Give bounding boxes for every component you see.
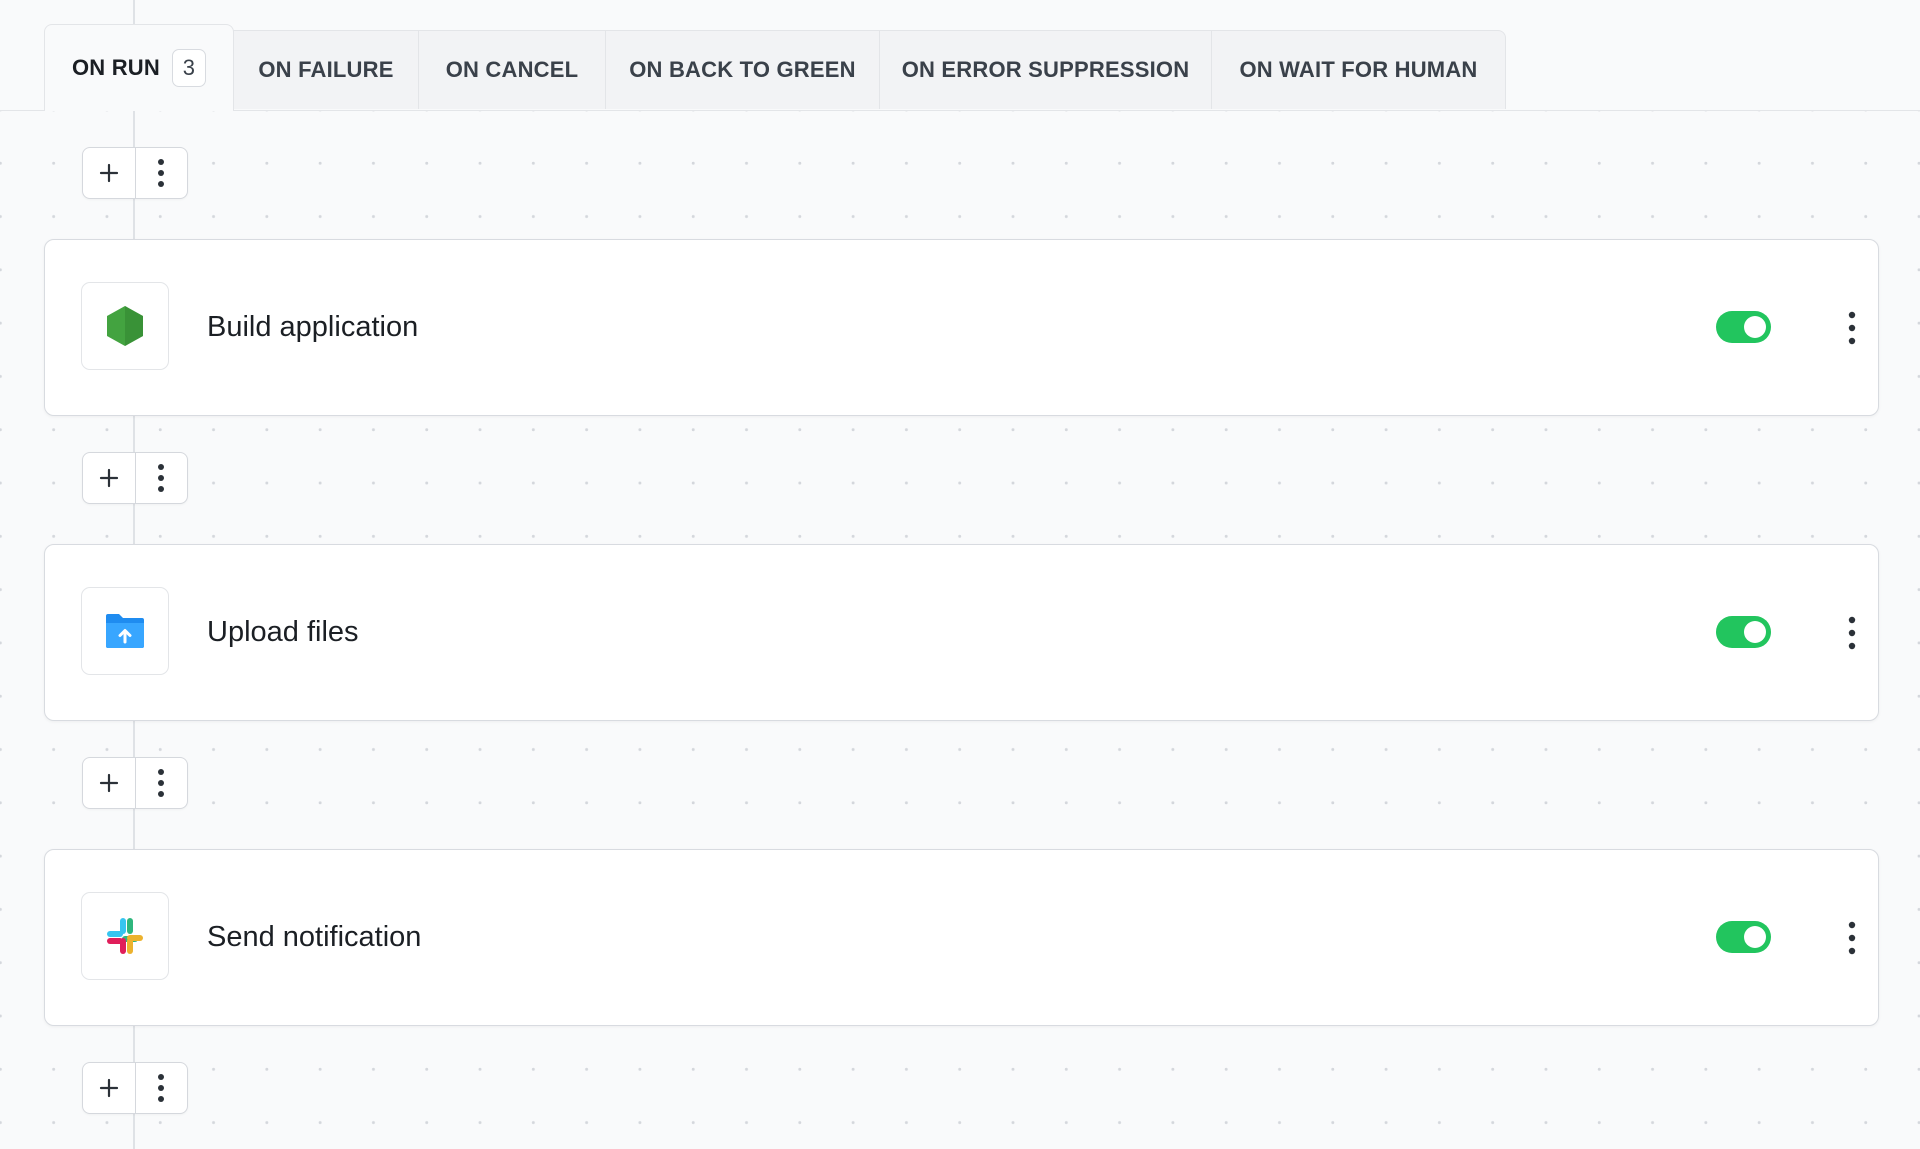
tab-on-error-suppression[interactable]: ON ERROR SUPPRESSION (879, 30, 1212, 109)
tab-on-failure[interactable]: ON FAILURE (233, 30, 419, 109)
add-action-button[interactable] (83, 148, 136, 198)
action-menu-button[interactable] (1837, 609, 1867, 657)
action-tabs: ON RUN 3 ON FAILURE ON CANCEL ON BACK TO… (0, 0, 1920, 111)
action-icon-tile (81, 282, 169, 370)
nodejs-hexagon-icon (107, 306, 143, 346)
tab-label: ON WAIT FOR HUMAN (1239, 57, 1478, 82)
insert-options-button[interactable] (136, 758, 188, 808)
plus-icon (99, 163, 118, 183)
action-card[interactable]: Build application (44, 239, 1879, 416)
action-menu-button[interactable] (1837, 914, 1867, 962)
insert-action-control (82, 452, 188, 504)
action-icon-tile (81, 892, 169, 980)
tab-label: ON RUN (72, 55, 160, 80)
add-action-button[interactable] (83, 453, 136, 503)
toggle-knob (1744, 316, 1766, 338)
vertical-dots-icon (158, 159, 165, 187)
toggle-knob (1744, 926, 1766, 948)
tab-label: ON FAILURE (258, 57, 394, 82)
action-icon-tile (81, 587, 169, 675)
insert-options-button[interactable] (136, 1063, 188, 1113)
vertical-dots-icon (158, 769, 165, 797)
action-menu-button[interactable] (1837, 304, 1867, 352)
tab-label: ON BACK TO GREEN (629, 57, 856, 82)
plus-icon (99, 1078, 118, 1098)
tab-count-badge: 3 (171, 49, 206, 87)
action-title: Build application (207, 311, 419, 343)
vertical-dots-icon (158, 1074, 165, 1102)
vertical-dots-icon (158, 464, 165, 492)
insert-options-button[interactable] (136, 148, 188, 198)
action-enabled-toggle[interactable] (1716, 311, 1771, 343)
action-title: Upload files (207, 616, 359, 648)
tab-on-back-to-green[interactable]: ON BACK TO GREEN (605, 30, 880, 109)
action-card[interactable]: Upload files (44, 544, 1879, 721)
slack-icon (107, 918, 143, 954)
action-card[interactable]: Send notification (44, 849, 1879, 1026)
plus-icon (99, 773, 118, 793)
plus-icon (99, 468, 118, 488)
insert-options-button[interactable] (136, 453, 188, 503)
add-action-button[interactable] (83, 1063, 136, 1113)
tab-on-run[interactable]: ON RUN 3 (44, 24, 234, 111)
vertical-dots-icon (1848, 311, 1856, 345)
vertical-dots-icon (1848, 616, 1856, 650)
toggle-knob (1744, 621, 1766, 643)
action-enabled-toggle[interactable] (1716, 921, 1771, 953)
flow-connector (133, 0, 135, 24)
action-title: Send notification (207, 921, 422, 953)
tab-on-cancel[interactable]: ON CANCEL (418, 30, 606, 109)
tab-on-wait-for-human[interactable]: ON WAIT FOR HUMAN (1211, 30, 1506, 109)
insert-action-control (82, 147, 188, 199)
vertical-dots-icon (1848, 921, 1856, 955)
insert-action-control (82, 757, 188, 809)
action-enabled-toggle[interactable] (1716, 616, 1771, 648)
add-action-button[interactable] (83, 758, 136, 808)
tab-label: ON ERROR SUPPRESSION (901, 57, 1190, 82)
insert-action-control (82, 1062, 188, 1114)
upload-folder-icon (106, 614, 144, 648)
tab-label: ON CANCEL (445, 57, 579, 82)
